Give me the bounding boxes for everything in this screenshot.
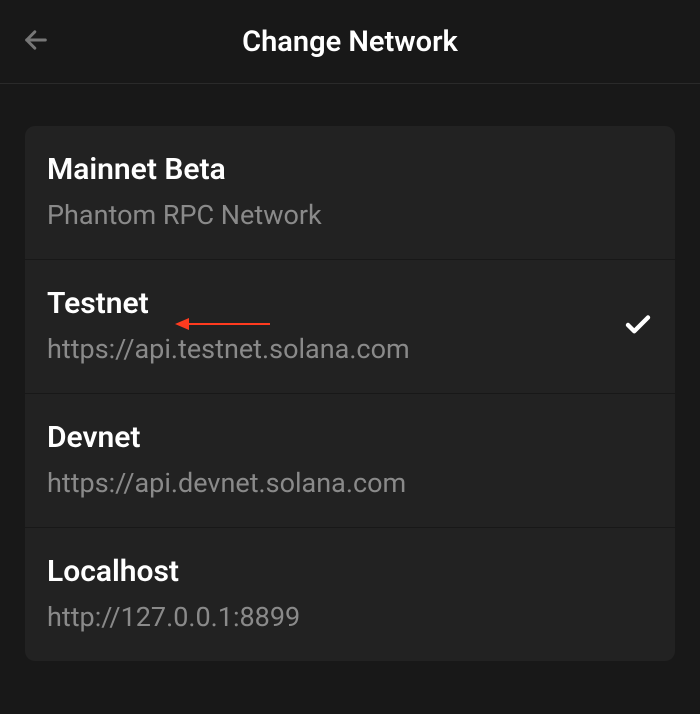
header: Change Network	[0, 0, 700, 84]
network-url: Phantom RPC Network	[47, 199, 653, 231]
network-item-mainnet-beta[interactable]: Mainnet Beta Phantom RPC Network	[25, 126, 675, 260]
network-item-localhost[interactable]: Localhost http://127.0.0.1:8899	[25, 528, 675, 661]
network-url: https://api.devnet.solana.com	[47, 467, 653, 499]
arrow-left-icon	[22, 26, 50, 58]
network-name: Devnet	[47, 420, 653, 455]
network-item-devnet[interactable]: Devnet https://api.devnet.solana.com	[25, 394, 675, 528]
network-name: Localhost	[47, 554, 653, 589]
network-name: Testnet	[47, 286, 653, 321]
network-list: Mainnet Beta Phantom RPC Network Testnet…	[25, 126, 675, 661]
page-title: Change Network	[18, 25, 682, 59]
network-url: http://127.0.0.1:8899	[47, 601, 653, 633]
network-item-testnet[interactable]: Testnet https://api.testnet.solana.com	[25, 260, 675, 394]
check-icon	[623, 310, 653, 344]
content: Mainnet Beta Phantom RPC Network Testnet…	[0, 84, 700, 661]
network-url: https://api.testnet.solana.com	[47, 333, 653, 365]
back-button[interactable]	[18, 24, 54, 60]
network-name: Mainnet Beta	[47, 152, 653, 187]
